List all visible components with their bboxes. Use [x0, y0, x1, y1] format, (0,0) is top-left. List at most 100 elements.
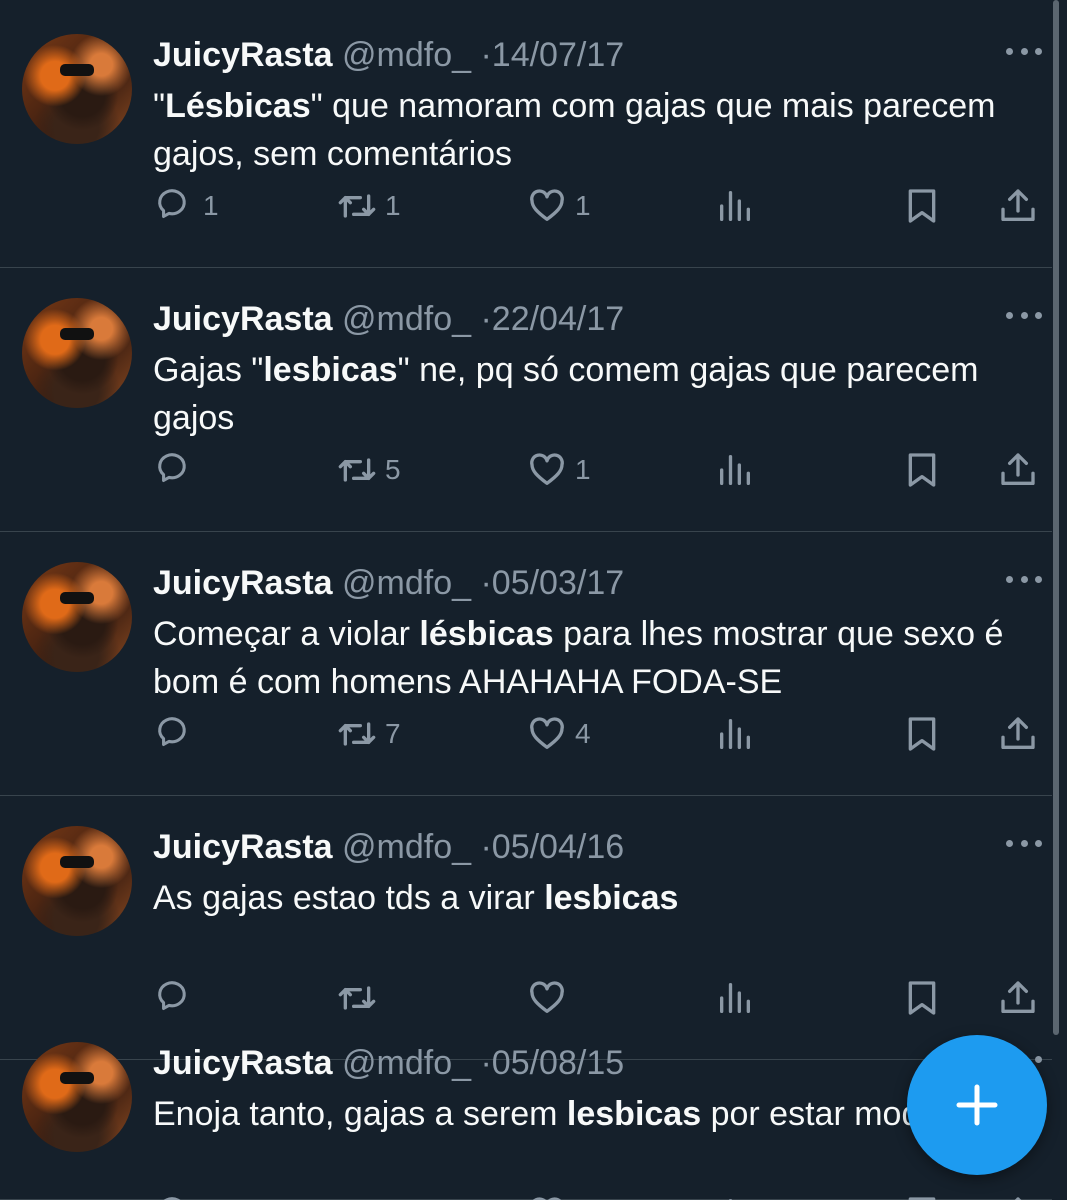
share-button[interactable]	[998, 446, 1038, 494]
bookmark-button[interactable]	[902, 182, 942, 230]
share-icon	[1001, 453, 1035, 485]
tweet[interactable]: JuicyRasta @mdfo_ ·22/04/17 Gajas "lesbi…	[0, 268, 1052, 532]
like-count: 1	[575, 190, 591, 221]
separator-dot: ·	[480, 564, 492, 602]
like-count: 4	[575, 718, 591, 749]
views-button[interactable]	[715, 710, 755, 758]
display-name[interactable]: JuicyRasta	[153, 1044, 333, 1082]
tweet-text-part: Enoja tanto, gajas a serem	[153, 1095, 567, 1133]
like-button[interactable]: 1	[527, 446, 591, 494]
avatar[interactable]	[22, 298, 132, 408]
tweet-date[interactable]: 05/04/16	[492, 828, 624, 866]
tweet-actions: 5 1	[0, 446, 1052, 494]
tweet[interactable]: JuicyRasta @mdfo_ ·14/07/17 "Lésbicas" q…	[0, 4, 1052, 268]
tweet-date[interactable]: 05/08/15	[492, 1044, 624, 1082]
separator-dot: ·	[480, 828, 492, 866]
analytics-icon	[728, 1199, 733, 1200]
bookmark-icon	[908, 189, 936, 223]
tweet-date[interactable]: 14/07/17	[492, 36, 624, 74]
tweet-date[interactable]: 22/04/17	[492, 300, 624, 338]
reply-button[interactable]	[155, 710, 203, 758]
tweet-text-part: Gajas "	[153, 351, 264, 389]
tweet-actions	[0, 1190, 1052, 1200]
tweet-header: JuicyRasta @mdfo_ ·14/07/17	[153, 34, 624, 76]
user-handle[interactable]: @mdfo_	[342, 300, 471, 338]
tweet-actions: 7 4	[0, 710, 1052, 758]
more-options-icon[interactable]	[1006, 36, 1042, 66]
reply-button[interactable]: 1	[155, 182, 219, 230]
separator-dot: ·	[480, 300, 492, 338]
bookmark-icon	[908, 717, 936, 751]
highlighted-term: lesbicas	[544, 879, 679, 917]
user-handle[interactable]: @mdfo_	[342, 564, 471, 602]
display-name[interactable]: JuicyRasta	[153, 36, 333, 74]
display-name[interactable]: JuicyRasta	[153, 300, 333, 338]
avatar[interactable]	[22, 562, 132, 672]
highlighted-term: Lésbicas	[165, 87, 311, 125]
highlighted-term: lésbicas	[419, 615, 554, 653]
tweet-header: JuicyRasta @mdfo_ ·22/04/17	[153, 298, 624, 340]
avatar[interactable]	[22, 34, 132, 144]
like-button[interactable]: 1	[527, 182, 591, 230]
retweet-icon	[338, 458, 376, 482]
heart-icon	[530, 453, 564, 485]
like-button[interactable]	[527, 1190, 575, 1200]
share-button[interactable]	[998, 1190, 1038, 1200]
tweet[interactable]: JuicyRasta @mdfo_ ·05/03/17 Começar a vi…	[0, 532, 1052, 796]
tweet-text-part: As gajas estao tds a virar	[153, 879, 545, 917]
tweet-text: "Lésbicas" que namoram com gajas que mai…	[153, 82, 1048, 178]
retweet-icon	[338, 194, 376, 218]
like-count: 1	[575, 454, 591, 485]
user-handle[interactable]: @mdfo_	[342, 828, 471, 866]
separator-dot: ·	[480, 1044, 492, 1082]
views-button[interactable]	[715, 1190, 755, 1200]
reply-button[interactable]	[155, 446, 203, 494]
bookmark-button[interactable]	[902, 446, 942, 494]
share-button[interactable]	[998, 710, 1038, 758]
bookmark-icon	[908, 1197, 936, 1200]
retweet-button[interactable]: 7	[337, 710, 401, 758]
user-handle[interactable]: @mdfo_	[342, 36, 471, 74]
avatar[interactable]	[22, 1042, 132, 1152]
compose-tweet-button[interactable]	[907, 1035, 1047, 1175]
more-options-icon[interactable]	[1006, 564, 1042, 594]
scrollbar[interactable]	[1053, 0, 1059, 1035]
tweet-text-part: "	[153, 87, 166, 125]
plus-icon	[956, 1084, 998, 1126]
bookmark-button[interactable]	[902, 1190, 942, 1200]
tweet[interactable]: JuicyRasta @mdfo_ ·05/08/15 Enoja tanto,…	[0, 1012, 1052, 1200]
analytics-icon	[720, 455, 750, 485]
retweet-button[interactable]: 5	[337, 446, 401, 494]
like-button[interactable]: 4	[527, 710, 591, 758]
reply-icon	[158, 453, 186, 483]
bookmark-button[interactable]	[902, 710, 942, 758]
timeline: JuicyRasta @mdfo_ ·14/07/17 "Lésbicas" q…	[0, 0, 1067, 1200]
analytics-icon	[720, 191, 750, 221]
more-options-icon[interactable]	[1006, 828, 1042, 858]
display-name[interactable]: JuicyRasta	[153, 564, 333, 602]
tweet-text: Começar a violar lésbicas para lhes most…	[153, 610, 1048, 706]
avatar[interactable]	[22, 826, 132, 936]
user-handle[interactable]: @mdfo_	[342, 1044, 471, 1082]
display-name[interactable]: JuicyRasta	[153, 828, 333, 866]
retweet-button[interactable]: 1	[337, 182, 401, 230]
retweet-button[interactable]	[337, 1190, 385, 1200]
reply-icon	[158, 717, 186, 747]
separator-dot: ·	[480, 36, 492, 74]
retweet-count: 5	[385, 454, 401, 485]
highlighted-term: lesbicas	[263, 351, 398, 389]
tweet-text: As gajas estao tds a virar lesbicas	[153, 874, 1048, 922]
more-options-icon[interactable]	[1006, 300, 1042, 330]
tweet-text-part: Começar a violar	[153, 615, 420, 653]
reply-button[interactable]	[155, 1190, 203, 1200]
heart-icon	[530, 717, 564, 749]
heart-icon	[533, 1197, 561, 1200]
share-icon	[1001, 189, 1035, 221]
views-button[interactable]	[715, 446, 755, 494]
share-icon	[1014, 1197, 1022, 1200]
views-button[interactable]	[715, 182, 755, 230]
share-icon	[1001, 717, 1035, 749]
tweet-date[interactable]: 05/03/17	[492, 564, 624, 602]
share-button[interactable]	[998, 182, 1038, 230]
retweet-count: 1	[385, 190, 401, 221]
